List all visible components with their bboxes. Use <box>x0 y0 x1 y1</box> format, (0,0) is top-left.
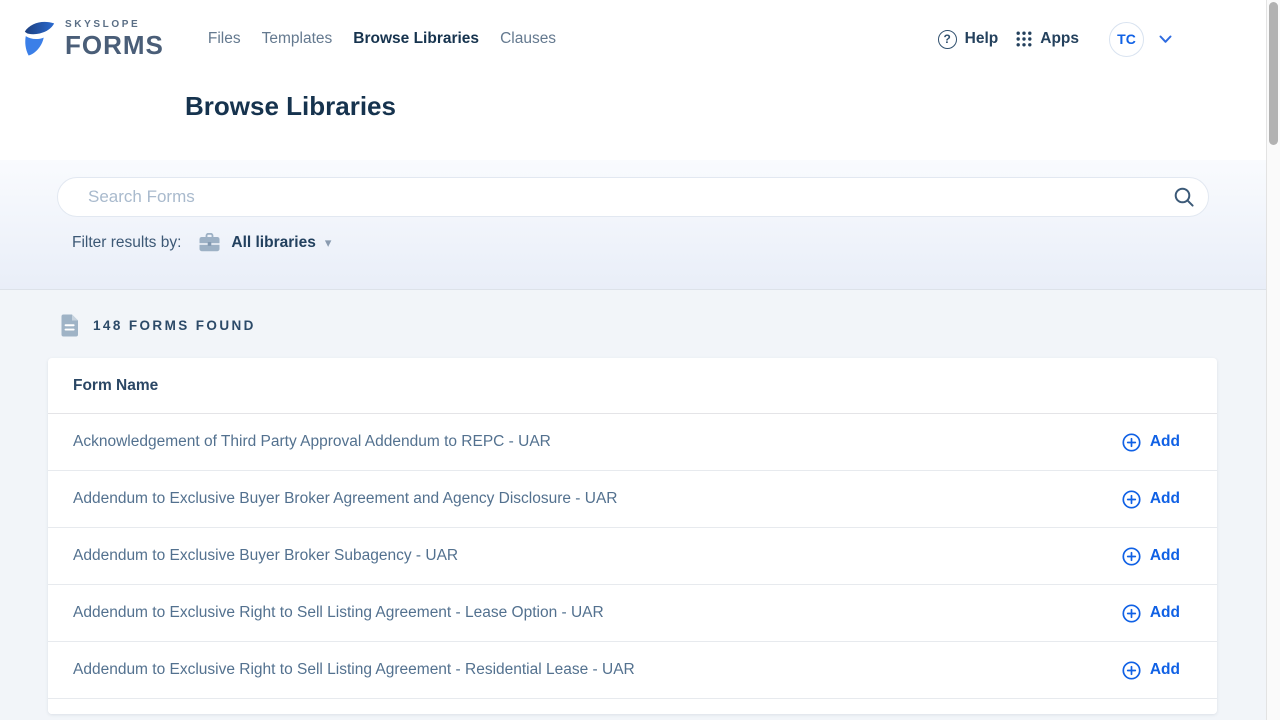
apps-grid-icon <box>1016 31 1032 47</box>
results-count-text: 148 FORMS FOUND <box>93 318 256 333</box>
add-label: Add <box>1150 547 1180 565</box>
add-label: Add <box>1150 490 1180 508</box>
filter-by-label: Filter results by: <box>72 234 181 252</box>
caret-down-icon: ▾ <box>325 236 332 249</box>
add-form-button[interactable]: Add <box>1122 661 1180 680</box>
table-row-partial <box>48 699 1217 714</box>
plus-circle-icon <box>1122 661 1141 680</box>
add-form-button[interactable]: Add <box>1122 490 1180 509</box>
logo-skyslope-label: SKYSLOPE <box>65 20 164 30</box>
table-row: Addendum to Exclusive Right to Sell List… <box>48 585 1217 642</box>
skyslope-swoosh-icon <box>22 20 56 58</box>
help-icon: ? <box>938 30 957 49</box>
chevron-down-icon <box>1159 35 1172 44</box>
page-scrollbar-track[interactable] <box>1266 0 1280 720</box>
app-root: SKYSLOPE FORMS Files Templates Browse Li… <box>0 0 1280 720</box>
table-row: Addendum to Exclusive Buyer Broker Subag… <box>48 528 1217 585</box>
plus-circle-icon <box>1122 547 1141 566</box>
header: SKYSLOPE FORMS Files Templates Browse Li… <box>0 0 1280 160</box>
help-label: Help <box>965 30 999 48</box>
add-label: Add <box>1150 433 1180 451</box>
add-label: Add <box>1150 661 1180 679</box>
search-input[interactable] <box>57 177 1209 217</box>
nav-item-clauses[interactable]: Clauses <box>498 26 558 52</box>
library-filter-value: All libraries <box>231 234 315 252</box>
filter-row: Filter results by: All libraries ▾ <box>72 233 1280 252</box>
top-bar: SKYSLOPE FORMS Files Templates Browse Li… <box>0 0 1280 78</box>
search-bar <box>57 177 1209 217</box>
forms-table-card: Form Name Acknowledgement of Third Party… <box>48 358 1217 714</box>
table-row: Acknowledgement of Third Party Approval … <box>48 414 1217 471</box>
nav-item-templates[interactable]: Templates <box>260 26 335 52</box>
logo-text: SKYSLOPE FORMS <box>65 20 164 58</box>
page-scrollbar-thumb[interactable] <box>1269 2 1278 145</box>
user-avatar[interactable]: TC <box>1109 22 1144 57</box>
search-button[interactable] <box>1172 185 1196 209</box>
main-nav: Files Templates Browse Libraries Clauses <box>206 26 558 52</box>
help-button[interactable]: ? Help <box>938 30 999 49</box>
table-header: Form Name <box>48 358 1217 414</box>
add-form-button[interactable]: Add <box>1122 604 1180 623</box>
search-icon <box>1172 185 1196 209</box>
apps-label: Apps <box>1040 30 1079 48</box>
plus-circle-icon <box>1122 433 1141 452</box>
table-row: Addendum to Exclusive Buyer Broker Agree… <box>48 471 1217 528</box>
search-filter-section: Filter results by: All libraries ▾ <box>0 160 1280 290</box>
document-icon <box>60 314 79 337</box>
form-name: Addendum to Exclusive Buyer Broker Agree… <box>73 490 617 508</box>
nav-item-browse-libraries[interactable]: Browse Libraries <box>351 26 481 52</box>
apps-button[interactable]: Apps <box>1016 30 1079 48</box>
form-name: Addendum to Exclusive Right to Sell List… <box>73 661 635 679</box>
logo-forms-label: FORMS <box>65 32 164 58</box>
results-section: 148 FORMS FOUND Form Name Acknowledgemen… <box>0 290 1280 714</box>
header-right: ? Help Apps TC <box>938 22 1172 57</box>
plus-circle-icon <box>1122 490 1141 509</box>
form-name: Addendum to Exclusive Right to Sell List… <box>73 604 604 622</box>
add-form-button[interactable]: Add <box>1122 433 1180 452</box>
form-name: Acknowledgement of Third Party Approval … <box>73 433 551 451</box>
table-row: Addendum to Exclusive Right to Sell List… <box>48 642 1217 699</box>
add-form-button[interactable]: Add <box>1122 547 1180 566</box>
form-name-column-header: Form Name <box>73 377 158 395</box>
briefcase-icon <box>199 233 220 252</box>
library-filter-dropdown[interactable]: All libraries ▾ <box>231 234 331 252</box>
add-label: Add <box>1150 604 1180 622</box>
page-title: Browse Libraries <box>185 91 396 122</box>
account-menu-chevron[interactable] <box>1159 35 1172 44</box>
skyslope-forms-logo[interactable]: SKYSLOPE FORMS <box>22 20 164 58</box>
results-count-row: 148 FORMS FOUND <box>60 314 1280 337</box>
plus-circle-icon <box>1122 604 1141 623</box>
form-name: Addendum to Exclusive Buyer Broker Subag… <box>73 547 458 565</box>
nav-item-files[interactable]: Files <box>206 26 243 52</box>
